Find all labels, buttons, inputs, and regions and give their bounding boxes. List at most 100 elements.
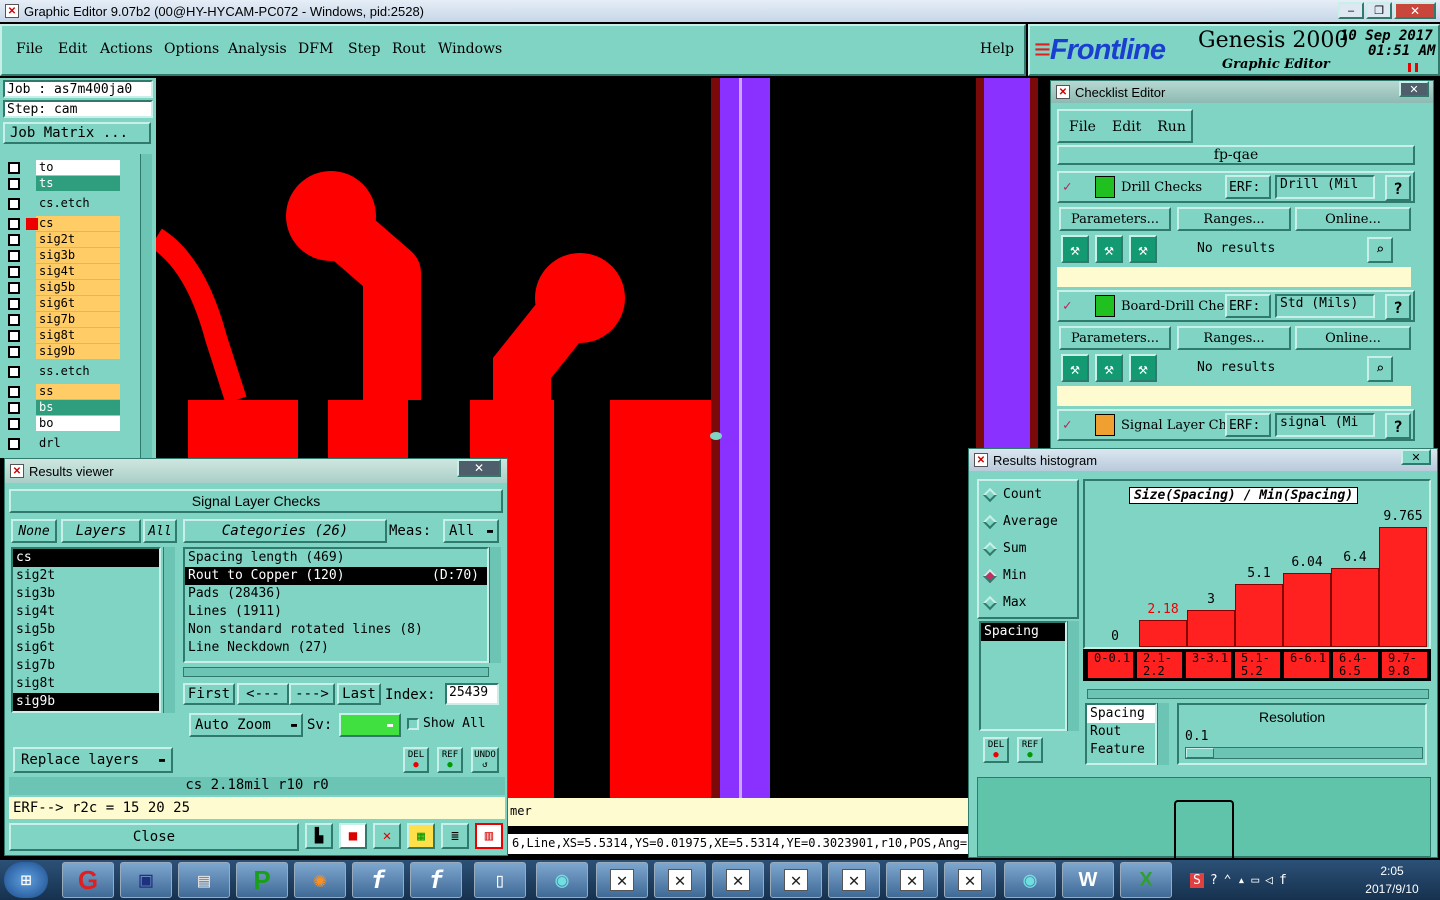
tray-network-icon[interactable]: ▭ [1251, 873, 1259, 888]
layer-list-scrollbar[interactable] [163, 547, 175, 713]
run-check-icon[interactable]: ⚒ [1061, 354, 1089, 382]
taskbar-word-icon[interactable]: W [1062, 862, 1114, 898]
run-stop-icon[interactable]: ⚒ [1129, 354, 1157, 382]
results-layer-item[interactable]: sig2t [13, 567, 159, 585]
layer-checkbox[interactable] [8, 437, 20, 450]
taskbar-window-icon[interactable]: ✕ [712, 862, 764, 898]
layer-row-sig7b[interactable]: sig7b [8, 312, 120, 327]
hist-del-button[interactable]: DEL ● [983, 737, 1009, 763]
category-hscrollbar[interactable] [183, 667, 489, 677]
layer-row-sig9b[interactable]: sig9b [8, 344, 120, 359]
layer-checkbox[interactable] [8, 281, 20, 294]
results-layer-item[interactable]: sig6t [13, 639, 159, 657]
ranges-button[interactable]: Ranges... [1177, 326, 1291, 350]
results-layer-list[interactable]: cs sig2t sig3b sig4t sig5b sig6t sig7b sig8t sig… [11, 547, 161, 713]
start-button[interactable]: ⊞ [4, 862, 48, 898]
aggregate-option-sum[interactable]: Sum [982, 541, 1026, 556]
undo-button[interactable]: UNDO ↺ [471, 747, 499, 773]
checklist-menu-run[interactable]: Run [1157, 119, 1186, 135]
layer-row-sig6t[interactable]: sig6t [8, 296, 120, 311]
layer-checkbox[interactable] [8, 385, 20, 398]
first-button[interactable]: First [183, 683, 235, 705]
menu-analysis[interactable]: Analysis [228, 41, 287, 57]
layer-row-sig2t[interactable]: sig2t [8, 232, 120, 247]
online-button[interactable]: Online... [1295, 207, 1411, 231]
run-check-icon[interactable]: ⚒ [1061, 235, 1089, 263]
aggregate-option-min[interactable]: Min [982, 568, 1026, 583]
layer-checkbox[interactable] [8, 161, 20, 174]
del-button[interactable]: DEL ● [403, 747, 429, 773]
report-icon[interactable]: ≣ [441, 823, 469, 849]
erf-dropdown[interactable]: signal (Mi [1275, 413, 1375, 437]
attribute-list[interactable]: Spacing [979, 621, 1067, 731]
menu-file[interactable]: File [16, 41, 43, 57]
layer-row-to[interactable]: to [8, 160, 120, 175]
results-layer-item[interactable]: sig4t [13, 603, 159, 621]
taskbar-p-icon[interactable]: P [236, 862, 288, 898]
layer-row-bo[interactable]: bo [8, 416, 120, 431]
aggregate-option-average[interactable]: Average [982, 514, 1058, 529]
results-viewer-close-icon[interactable]: ✕ [457, 459, 501, 477]
field-list[interactable]: Spacing Rout Feature [1085, 703, 1157, 765]
layer-checkbox[interactable] [8, 233, 20, 246]
meas-dropdown[interactable]: All ▬ [443, 519, 499, 543]
category-item[interactable]: Pads (28436) [185, 585, 487, 603]
close-icon[interactable]: ✕ [1394, 2, 1436, 19]
check-help-button[interactable]: ? [1385, 413, 1411, 439]
pause-icon[interactable] [1408, 63, 1418, 72]
taskbar-scanner-icon[interactable]: ▤ [178, 862, 230, 898]
taskbar-shell-icon[interactable]: ✺ [294, 862, 346, 898]
clock-time[interactable]: 2:05 [1362, 864, 1422, 878]
layer-row-sig5b[interactable]: sig5b [8, 280, 120, 295]
layer-row-cs-etch[interactable]: cs.etch [8, 196, 120, 211]
ranges-button[interactable]: Ranges... [1177, 207, 1291, 231]
parameters-button[interactable]: Parameters... [1059, 326, 1171, 350]
zoom-results-icon[interactable]: ⌕ [1367, 237, 1393, 263]
resolution-slider[interactable] [1185, 747, 1423, 759]
taskbar-app-g-icon[interactable]: G [62, 862, 114, 898]
aggregate-option-max[interactable]: Max [982, 595, 1026, 610]
check-enabled-icon[interactable]: ✓ [1063, 298, 1071, 314]
layer-scrollbar[interactable] [140, 154, 152, 458]
menu-help[interactable]: Help [980, 41, 1014, 57]
results-layer-item[interactable]: cs [13, 549, 159, 567]
category-item[interactable]: Non standard rotated lines (8) [185, 621, 487, 639]
replace-layers-dropdown[interactable]: Replace layers ▬ [13, 747, 173, 773]
categories-button[interactable]: Categories (26) [183, 519, 387, 543]
checklist-menu-file[interactable]: File [1069, 119, 1096, 135]
erf-dropdown[interactable]: Std (Mils) [1275, 294, 1375, 318]
select-none-button[interactable]: None [11, 519, 57, 543]
layer-row-ss[interactable]: ss [8, 384, 120, 399]
layer-checkbox[interactable] [8, 197, 20, 210]
check-help-button[interactable]: ? [1385, 294, 1411, 320]
category-item[interactable]: Line Neckdown (27) [185, 639, 487, 657]
show-all-checkbox[interactable]: Show All [407, 716, 486, 731]
erf-disabled-icon[interactable]: ✕ [373, 823, 401, 849]
layer-row-drl[interactable]: drl [8, 436, 120, 451]
field-list-scrollbar[interactable] [1157, 703, 1169, 765]
aggregate-option-count[interactable]: Count [982, 487, 1042, 502]
zoom-results-icon[interactable]: ⌕ [1367, 356, 1393, 382]
layer-row-bs[interactable]: bs [8, 400, 120, 415]
check-help-button[interactable]: ? [1385, 175, 1411, 201]
layer-checkbox[interactable] [8, 249, 20, 262]
field-item[interactable]: Feature [1087, 741, 1155, 759]
histogram-bin-label[interactable]: 6-6.1 [1283, 651, 1330, 679]
taskbar-excel-icon[interactable]: X [1120, 862, 1172, 898]
category-scrollbar[interactable] [489, 547, 501, 663]
layer-checkbox[interactable] [8, 417, 20, 430]
layer-checkbox[interactable] [8, 217, 20, 230]
histogram-bar[interactable] [1235, 584, 1283, 647]
tray-help-icon[interactable]: ? [1210, 873, 1218, 888]
taskbar-frontline-icon[interactable]: f [352, 862, 404, 898]
check-enabled-icon[interactable]: ✓ [1063, 179, 1071, 195]
hist-ref-button[interactable]: REF ● [1017, 737, 1043, 763]
menu-windows[interactable]: Windows [438, 41, 502, 57]
histogram-bin-label[interactable]: 9.7-9.8 [1381, 651, 1428, 679]
online-button[interactable]: Online... [1295, 326, 1411, 350]
histogram-bin-label[interactable]: 2.1-2.2 [1136, 651, 1183, 679]
layer-row-sig3b[interactable]: sig3b [8, 248, 120, 263]
auto-zoom-dropdown[interactable]: Auto Zoom ▬ [189, 713, 303, 737]
layer-row-cs[interactable]: cs [8, 216, 120, 231]
histogram-toggle-icon[interactable]: ▙ [305, 823, 333, 849]
